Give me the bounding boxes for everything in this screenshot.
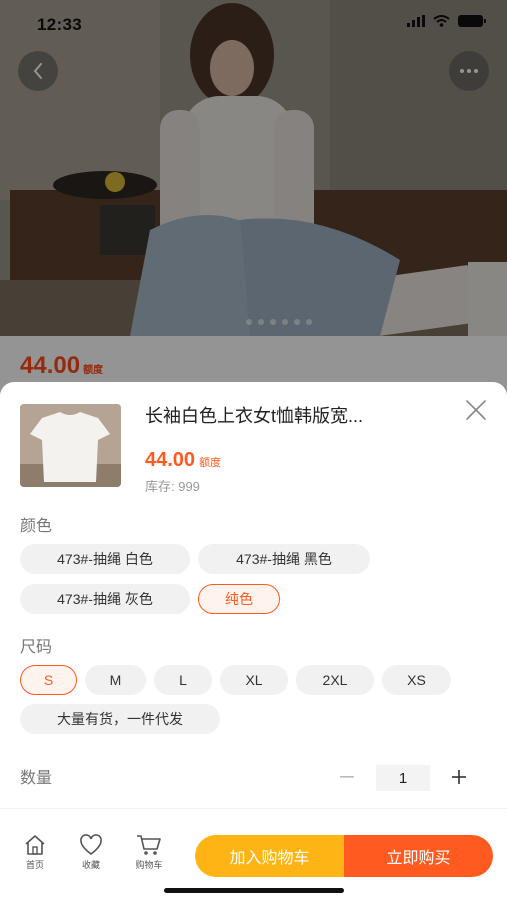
size-option-xs[interactable]: XS bbox=[382, 665, 451, 695]
tab-home[interactable]: 首页 bbox=[15, 834, 55, 871]
home-indicator bbox=[164, 888, 344, 893]
home-icon bbox=[25, 835, 45, 855]
size-option-l[interactable]: L bbox=[154, 665, 212, 695]
bottom-bar-divider bbox=[0, 808, 507, 809]
tab-cart-label: 购物车 bbox=[135, 860, 163, 870]
color-option-white[interactable]: 473#-抽绳 白色 bbox=[20, 544, 190, 574]
color-option-solid[interactable]: 纯色 bbox=[198, 584, 280, 614]
tab-home-label: 首页 bbox=[25, 860, 44, 870]
size-option-m[interactable]: M bbox=[85, 665, 146, 695]
size-option-2xl[interactable]: 2XL bbox=[296, 665, 374, 695]
cart-icon bbox=[137, 835, 161, 855]
close-button[interactable] bbox=[462, 396, 490, 424]
minus-icon bbox=[340, 776, 354, 778]
quantity-increase-button[interactable] bbox=[446, 764, 472, 790]
product-title: 长袖白色上衣女t恤韩版宽... bbox=[145, 406, 364, 426]
color-option-gray[interactable]: 473#-抽绳 灰色 bbox=[20, 584, 190, 614]
sheet-price: 44.00 额度 bbox=[145, 449, 222, 471]
tab-favorite-label: 收藏 bbox=[81, 860, 100, 870]
size-option-bulk[interactable]: 大量有货，一件代发 bbox=[20, 704, 220, 734]
stock-count: 库存: 999 bbox=[145, 479, 200, 494]
buy-now-button[interactable]: 立即购买 bbox=[344, 835, 493, 877]
color-option-black[interactable]: 473#-抽绳 黑色 bbox=[198, 544, 370, 574]
size-option-s[interactable]: S bbox=[20, 665, 77, 695]
heart-icon bbox=[80, 834, 102, 856]
size-option-xl[interactable]: XL bbox=[220, 665, 288, 695]
plus-icon bbox=[452, 770, 466, 784]
quantity-label: 数量 bbox=[20, 770, 53, 787]
sku-selector-sheet: 长袖白色上衣女t恤韩版宽... 44.00 额度 库存: 999 颜色 473#… bbox=[0, 382, 507, 900]
quantity-input[interactable]: 1 bbox=[376, 765, 430, 791]
tab-favorite[interactable]: 收藏 bbox=[71, 834, 111, 871]
add-to-cart-button[interactable]: 加入购物车 bbox=[195, 835, 344, 877]
size-label: 尺码 bbox=[20, 639, 53, 656]
product-thumbnail bbox=[20, 404, 121, 487]
color-label: 颜色 bbox=[20, 518, 53, 535]
tab-cart[interactable]: 购物车 bbox=[129, 834, 169, 871]
close-icon bbox=[466, 400, 486, 420]
quantity-decrease-button[interactable] bbox=[334, 764, 360, 790]
